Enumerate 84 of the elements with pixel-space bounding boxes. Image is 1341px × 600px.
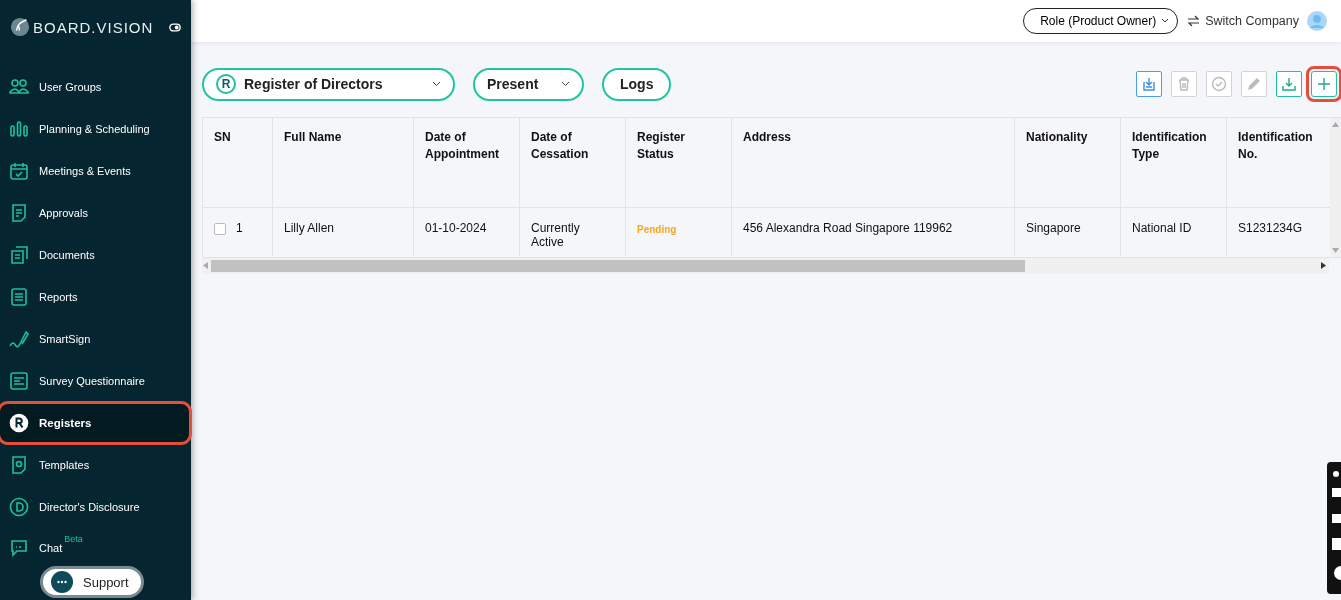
- pencil-icon: [1246, 76, 1262, 92]
- table-cell: Singapore: [1026, 221, 1081, 235]
- caret-icon: [432, 81, 441, 87]
- column-header: Full Name: [273, 118, 414, 208]
- sidebar-item[interactable]: Approvals: [0, 194, 191, 232]
- sidebar-item[interactable]: Registers: [0, 404, 189, 442]
- sidebar-item[interactable]: Planning & Scheduling: [0, 110, 191, 148]
- sidebar-item[interactable]: Documents: [0, 236, 191, 274]
- caret-icon: [1161, 18, 1170, 24]
- check-circle-icon: [1211, 76, 1227, 92]
- status-label: Pending: [637, 224, 677, 235]
- horizontal-scrollbar[interactable]: [202, 258, 1329, 274]
- caret-icon: [561, 81, 570, 87]
- r-icon: R: [216, 74, 236, 94]
- nav-label: Chat: [39, 542, 63, 554]
- table-cell: Lilly Allen: [284, 221, 335, 235]
- column-header: SN: [203, 118, 273, 208]
- inbox-download-icon: [1141, 76, 1157, 92]
- table-cell: 01-10-2024: [425, 221, 487, 235]
- role-dropdown[interactable]: Role (Product Owner): [1023, 8, 1179, 34]
- sidebar-item[interactable]: User Groups: [0, 68, 191, 106]
- document-gear-icon: [9, 455, 29, 475]
- r-icon: [9, 413, 29, 433]
- nav-label: User Groups: [39, 81, 102, 93]
- column-header: Nationality: [1015, 118, 1121, 208]
- support-button[interactable]: Support: [40, 566, 144, 598]
- nav-label: Meetings & Events: [39, 165, 131, 177]
- column-header: Date of Cessation: [520, 118, 626, 208]
- calendar-icon: [9, 161, 29, 181]
- column-header: Address: [732, 118, 1015, 208]
- nav-label: Templates: [39, 459, 90, 471]
- plus-icon: [1316, 76, 1332, 92]
- switch-company-link[interactable]: Switch Company: [1205, 14, 1299, 28]
- sidebar-item[interactable]: Director's Disclosure: [0, 488, 191, 526]
- table-cell: National ID: [1132, 221, 1192, 235]
- beta-label: Beta: [64, 534, 83, 544]
- download-icon: [1281, 76, 1297, 92]
- vertical-scrollbar[interactable]: [1330, 118, 1341, 257]
- bar-chart-icon: [9, 119, 29, 139]
- nav-label: Planning & Scheduling: [39, 123, 150, 135]
- nav-label: Survey Questionnaire: [39, 375, 145, 387]
- nav-label: Director's Disclosure: [39, 501, 140, 513]
- logs-button[interactable]: Logs: [602, 67, 672, 101]
- table-cell: S1231234G: [1238, 221, 1303, 235]
- chat-icon: [51, 571, 73, 593]
- table-cell: 456 Alexandra Road Singapore 119962: [743, 221, 953, 235]
- form-icon: [9, 371, 29, 391]
- nav-label: Approvals: [39, 207, 88, 219]
- document-icon: [9, 203, 29, 223]
- avatar-icon[interactable]: [1307, 11, 1327, 31]
- toggle-icon[interactable]: [169, 22, 181, 32]
- sidebar-item[interactable]: Meetings & Events: [0, 152, 191, 190]
- chat-icon: [9, 538, 29, 558]
- swap-icon: [1187, 15, 1201, 27]
- table-cell: 1: [236, 221, 243, 235]
- scroll-down-icon[interactable]: [1332, 248, 1339, 253]
- sidebar-item[interactable]: SmartSign: [0, 320, 191, 358]
- nav-label: Reports: [39, 291, 78, 303]
- download-button[interactable]: [1276, 71, 1302, 97]
- users-icon: [9, 77, 29, 97]
- nav-label: SmartSign: [39, 333, 91, 345]
- table-cell-text: Currently Active: [531, 221, 581, 249]
- logo-icon: [10, 17, 30, 37]
- register-dropdown[interactable]: R Register of Directors: [202, 67, 455, 101]
- sidebar-item[interactable]: Survey Questionnaire: [0, 362, 191, 400]
- row-checkbox[interactable]: [214, 223, 226, 235]
- documents-icon: [9, 245, 29, 265]
- column-header: Date of Appointment: [414, 118, 520, 208]
- register-dropdown[interactable]: Present: [473, 67, 584, 101]
- trash-icon: [1176, 76, 1192, 92]
- nav-label: Documents: [39, 249, 95, 261]
- sidebar-item[interactable]: Reports: [0, 278, 191, 316]
- logo-text: BOARD.VISION: [33, 18, 154, 36]
- pen-icon: [9, 329, 29, 349]
- list-icon: [9, 287, 29, 307]
- import-button[interactable]: [1136, 71, 1162, 97]
- nav-label: Registers: [39, 417, 92, 429]
- column-header: Identification Type: [1121, 118, 1227, 208]
- scroll-right-icon[interactable]: [1321, 262, 1326, 269]
- scroll-up-icon[interactable]: [1332, 122, 1339, 127]
- sidebar-item[interactable]: Templates: [0, 446, 191, 484]
- scroll-left-icon[interactable]: [203, 262, 208, 269]
- d-icon: [9, 497, 29, 517]
- column-header: Register Status: [626, 118, 732, 208]
